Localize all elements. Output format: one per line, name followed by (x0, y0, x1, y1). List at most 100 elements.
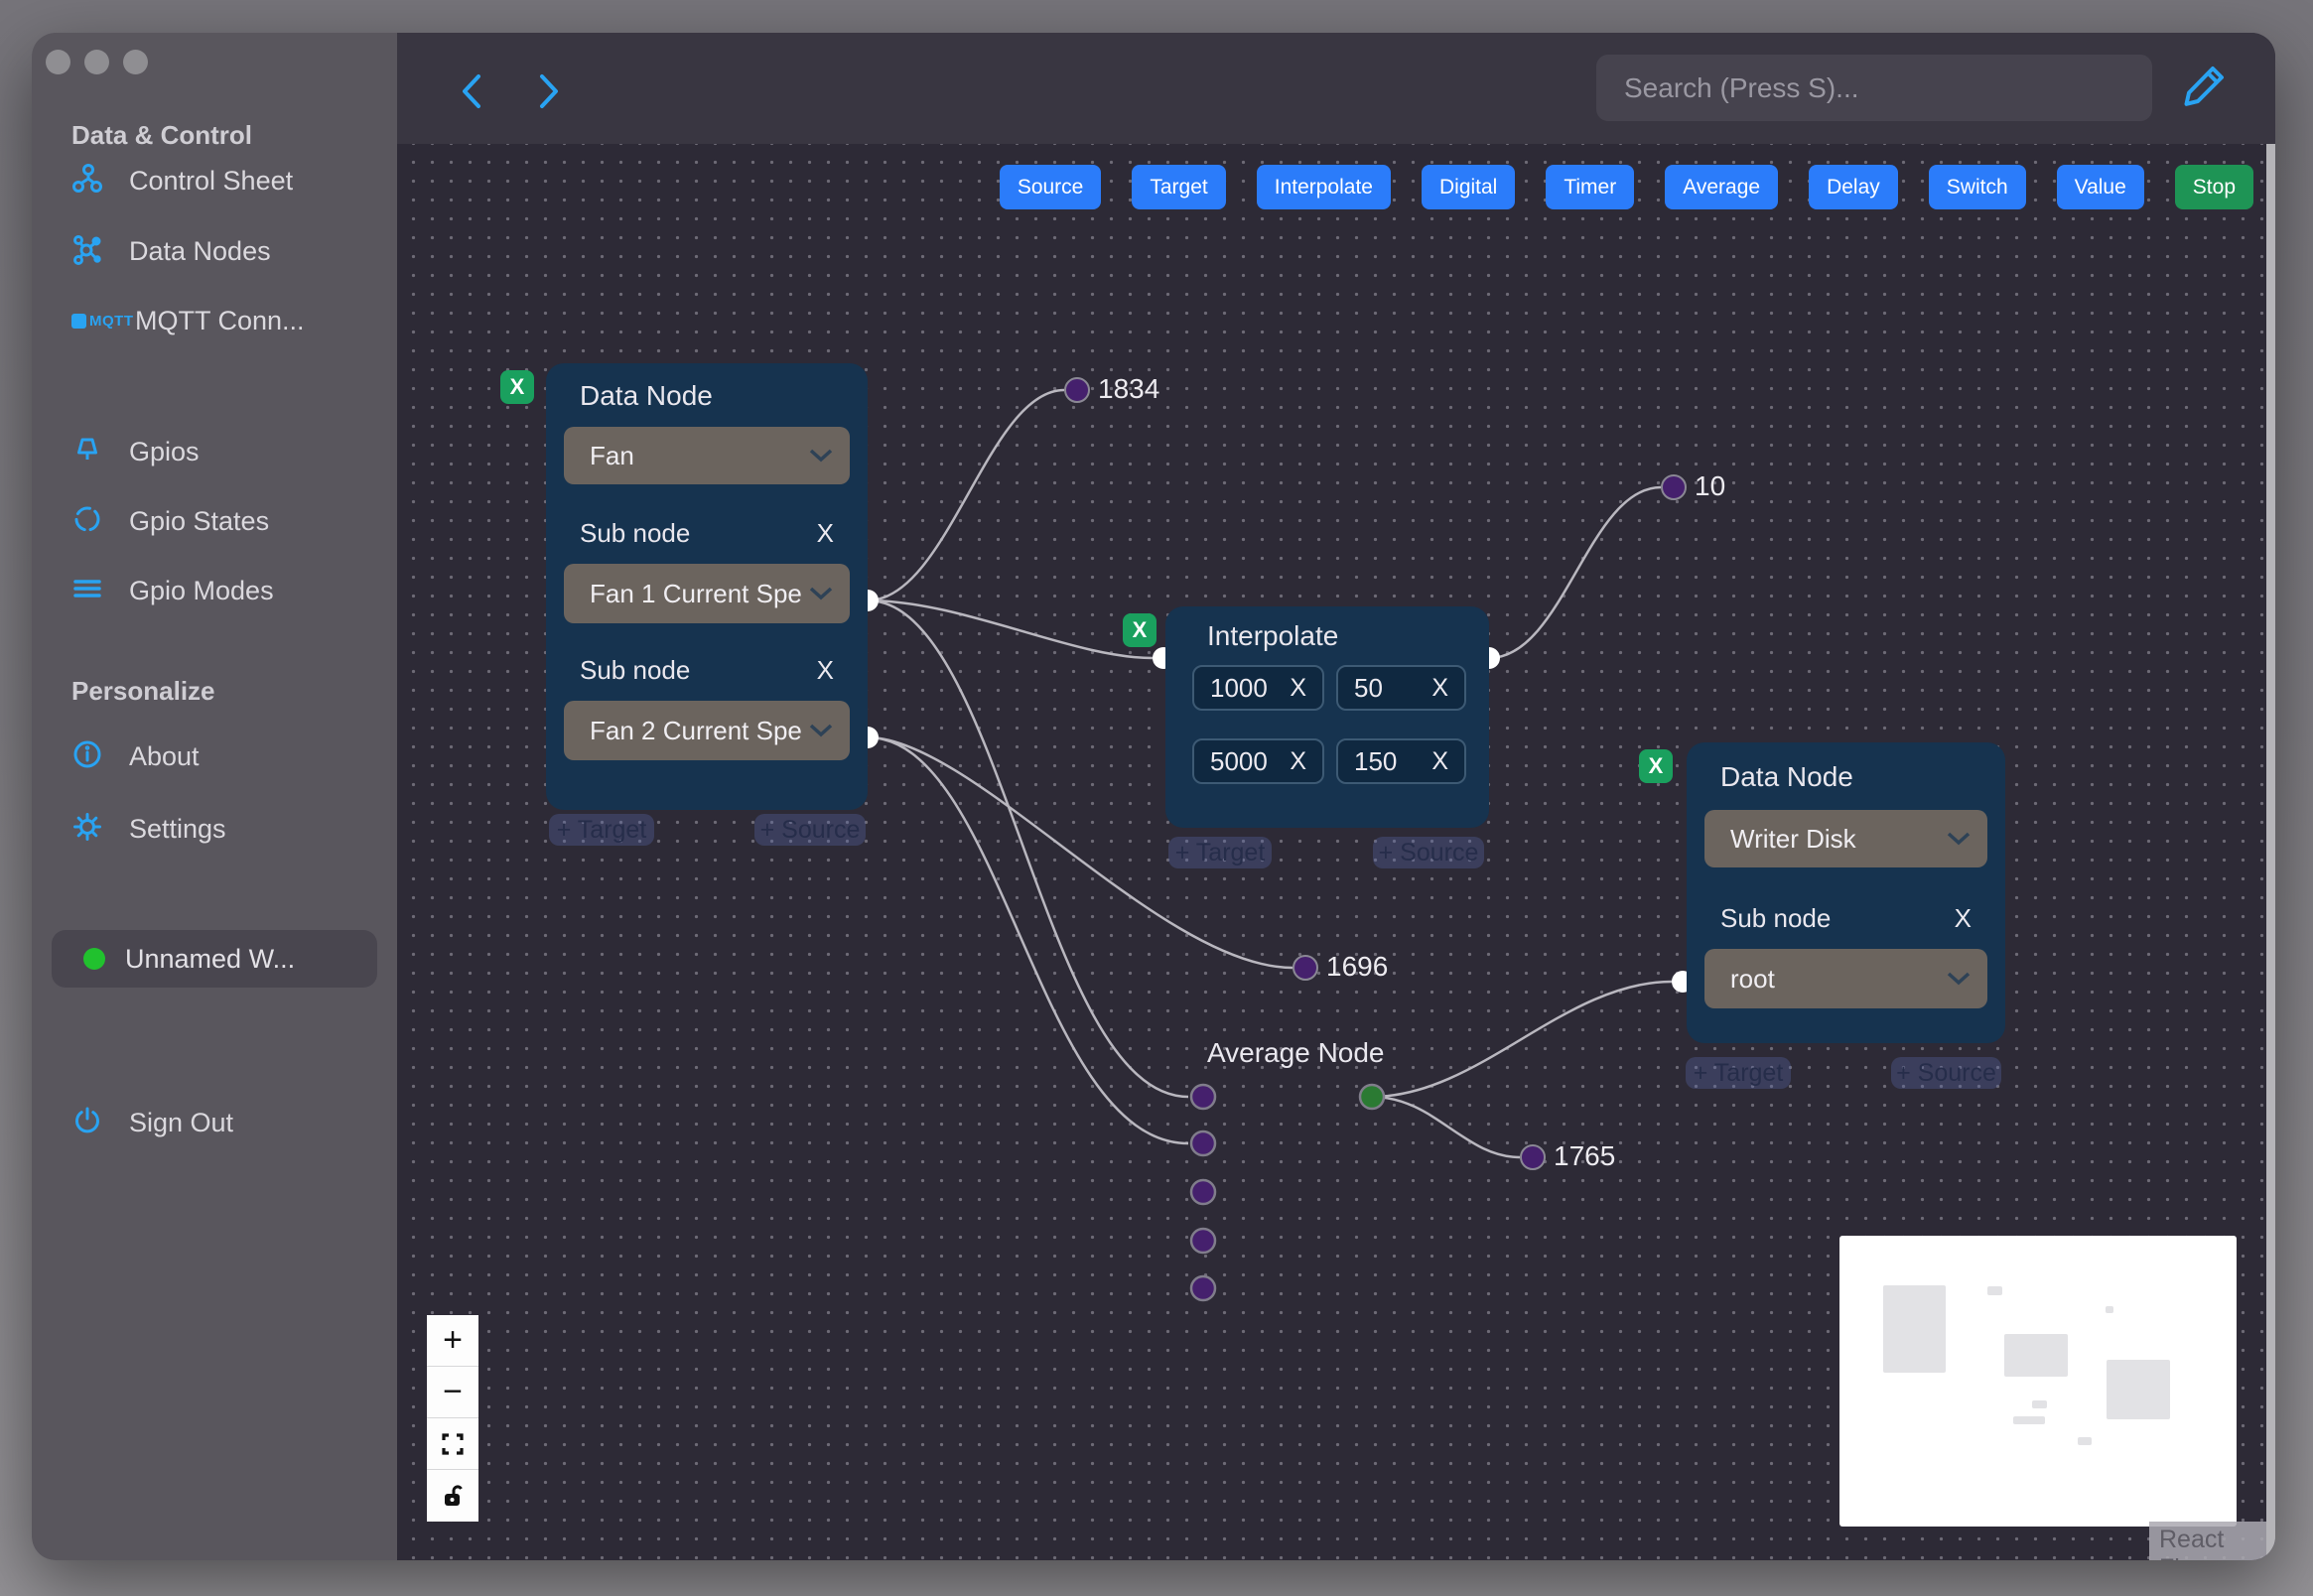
fan-data-node[interactable]: Data Node Fan Sub node X Fan 1 Current S… (546, 363, 868, 810)
add-digital-button[interactable]: Digital (1421, 165, 1516, 209)
interpolate-input-y1[interactable]: 50 X (1336, 665, 1466, 711)
clear-value-button[interactable]: X (1290, 674, 1306, 703)
close-window-button[interactable] (46, 50, 70, 74)
fit-view-button[interactable] (427, 1418, 478, 1470)
add-timer-button[interactable]: Timer (1546, 165, 1635, 209)
minimap-node (2106, 1306, 2113, 1313)
add-interpolate-button[interactable]: Interpolate (1256, 165, 1391, 209)
sidebar-item-workspace-selected[interactable]: Unnamed W... (52, 930, 377, 988)
sidebar-section-personalize: Personalize (71, 676, 215, 706)
edge-value-label: 1765 (1554, 1140, 1616, 1171)
interpolate-input-x1[interactable]: 1000 X (1192, 665, 1324, 711)
minimap[interactable] (1839, 1236, 2237, 1527)
unlock-icon (445, 1485, 463, 1506)
sub-node-row: Sub node X (1720, 903, 1972, 934)
sidebar-item-about[interactable]: About (71, 733, 200, 779)
writer-sub-select[interactable]: root (1704, 949, 1987, 1008)
add-target-pill[interactable]: + Target (1686, 1057, 1791, 1089)
workspace-status-dot (83, 948, 105, 970)
writer-type-select[interactable]: Writer Disk (1704, 810, 1987, 867)
average-input-handle-2[interactable] (1189, 1130, 1217, 1157)
add-target-pill[interactable]: + Target (549, 814, 654, 846)
stop-button[interactable]: Stop (2174, 165, 2253, 209)
minimap-node (2107, 1360, 2170, 1419)
average-node-label[interactable]: Average Node (1207, 1037, 1385, 1069)
fan-sub1-select[interactable]: Fan 1 Current Spe (564, 564, 850, 623)
clear-value-button[interactable]: X (1431, 747, 1448, 776)
clear-value-button[interactable]: X (1431, 674, 1448, 703)
minimap-node (1883, 1285, 1946, 1373)
edge-fan1-to-1834 (867, 388, 1065, 602)
add-average-button[interactable]: Average (1665, 165, 1779, 209)
value-dot-1765 (1520, 1144, 1546, 1170)
add-source-button[interactable]: Source (999, 165, 1102, 209)
fan-type-select[interactable]: Fan (564, 427, 850, 484)
forward-arrow-icon[interactable] (532, 70, 566, 112)
writer-data-node[interactable]: Data Node Writer Disk Sub node X root (1687, 742, 2005, 1043)
sidebar-item-gpio-modes[interactable]: Gpio Modes (71, 568, 274, 613)
sidebar-item-mqtt[interactable]: MQTT MQTT Conn... (71, 298, 305, 343)
main-area: Source Target Interpolate Digital Timer … (397, 33, 2275, 1560)
interpolate-node[interactable]: Interpolate 1000 X 50 X 5000 X 150 X (1165, 606, 1489, 828)
remove-sub-node-button[interactable]: X (817, 518, 834, 549)
average-output-handle[interactable] (1358, 1083, 1386, 1111)
zoom-out-button[interactable]: − (427, 1367, 478, 1418)
edge-value-label: 1696 (1326, 951, 1389, 982)
sidebar-item-control-sheet[interactable]: Control Sheet (71, 158, 293, 203)
maximize-window-button[interactable] (123, 50, 148, 74)
edge-average-to-writer (1371, 980, 1673, 1099)
vertical-scrollbar[interactable] (2266, 144, 2275, 1560)
sidebar-item-settings[interactable]: Settings (71, 806, 226, 852)
add-target-pill[interactable]: + Target (1168, 837, 1272, 868)
react-flow-attribution[interactable]: React Flow (2149, 1522, 2275, 1560)
minimap-node (2078, 1437, 2092, 1445)
add-source-pill[interactable]: + Source (1891, 1057, 2001, 1089)
average-input-handle-4[interactable] (1189, 1227, 1217, 1255)
interpolate-input-y2[interactable]: 150 X (1336, 738, 1466, 784)
remove-sub-node-button[interactable]: X (817, 655, 834, 686)
edit-pencil-icon[interactable] (2180, 59, 2232, 114)
window-controls (46, 50, 148, 74)
add-source-pill[interactable]: + Source (754, 814, 866, 846)
sidebar-item-gpio-states[interactable]: Gpio States (71, 498, 269, 544)
add-delay-button[interactable]: Delay (1809, 165, 1898, 209)
list-lines-icon (71, 573, 103, 609)
node-title: Data Node (1720, 761, 1853, 792)
average-input-handle-1[interactable] (1189, 1083, 1217, 1111)
fit-view-icon (442, 1432, 464, 1455)
edge-value-label: 1834 (1098, 373, 1160, 404)
gear-icon (71, 811, 103, 848)
delete-writer-node-button[interactable]: X (1639, 749, 1673, 783)
minimize-window-button[interactable] (84, 50, 109, 74)
delete-fan-node-button[interactable]: X (500, 370, 534, 404)
add-switch-button[interactable]: Switch (1928, 165, 2026, 209)
molecule-icon (71, 233, 103, 270)
add-source-pill[interactable]: + Source (1373, 837, 1484, 868)
sidebar-item-gpios[interactable]: Gpios (71, 429, 200, 474)
sub-node-row: Sub node X (580, 655, 834, 686)
add-target-button[interactable]: Target (1132, 165, 1226, 209)
sidebar-item-label: Gpio Modes (129, 575, 274, 605)
interpolate-input-x2[interactable]: 5000 X (1192, 738, 1324, 784)
sidebar-item-label: Control Sheet (129, 165, 294, 196)
clear-value-button[interactable]: X (1290, 747, 1306, 776)
average-input-handle-5[interactable] (1189, 1274, 1217, 1302)
average-input-handle-3[interactable] (1189, 1178, 1217, 1206)
sidebar-item-sign-out[interactable]: Sign Out (71, 1100, 233, 1145)
sidebar-item-label: About (129, 740, 200, 771)
search-input[interactable] (1596, 55, 2152, 121)
sidebar-item-data-nodes[interactable]: Data Nodes (71, 228, 271, 274)
remove-sub-node-button[interactable]: X (1955, 903, 1972, 934)
fan-sub2-select[interactable]: Fan 2 Current Spe (564, 701, 850, 760)
add-value-button[interactable]: Value (2056, 165, 2144, 209)
mqtt-logo-icon: MQTT (71, 313, 135, 330)
back-arrow-icon[interactable] (455, 70, 488, 112)
delete-interpolate-node-button[interactable]: X (1123, 613, 1156, 647)
lock-button[interactable] (427, 1470, 478, 1522)
sidebar-item-label: Sign Out (129, 1107, 234, 1137)
chevron-down-icon (1947, 972, 1971, 986)
flow-canvas[interactable]: Source Target Interpolate Digital Timer … (397, 144, 2275, 1560)
zoom-in-button[interactable]: + (427, 1315, 478, 1367)
pin-icon (71, 434, 103, 470)
edge-fan2-to-average-2 (867, 735, 1189, 1145)
